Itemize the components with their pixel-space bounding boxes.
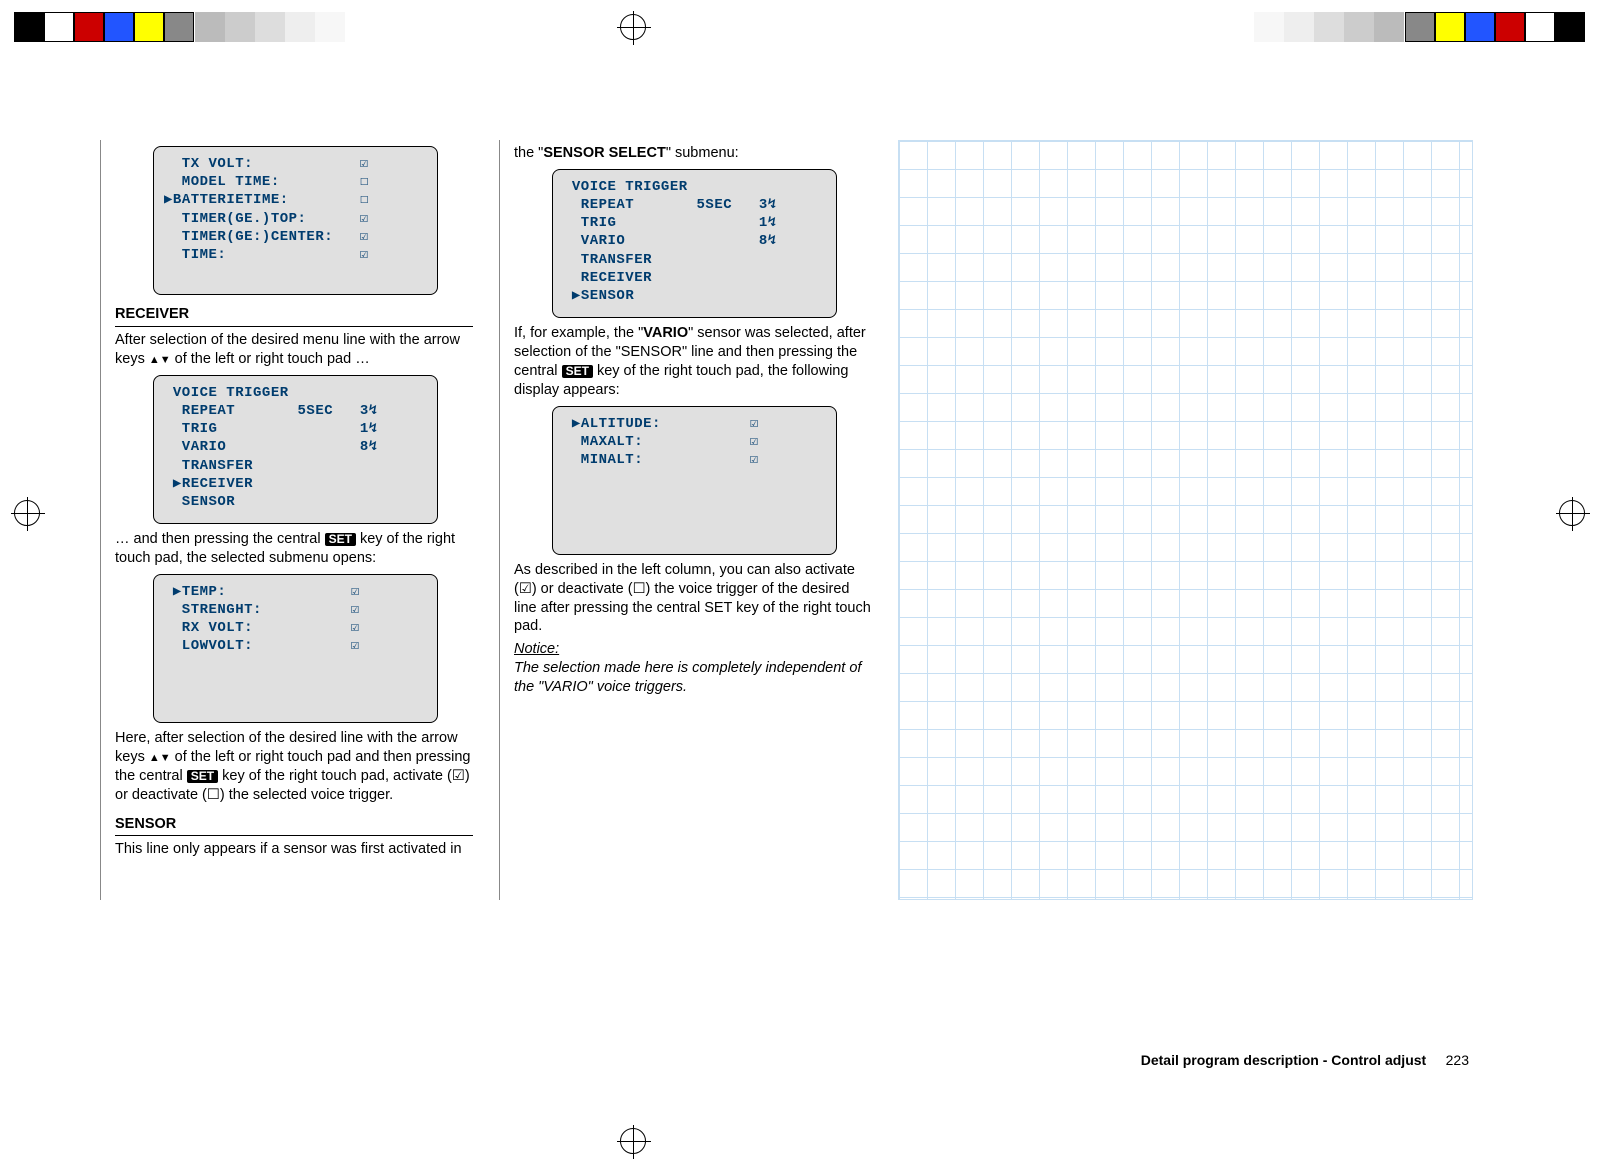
section-heading-sensor: SENSOR (115, 815, 473, 837)
arrows-up-down-icon: ▲▼ (149, 752, 171, 764)
bold-text: SENSOR SELECT (543, 145, 665, 161)
section-heading-receiver: RECEIVER (115, 305, 473, 327)
text: the " (514, 145, 543, 161)
reg-squares-tr (1405, 12, 1585, 42)
reg-crosshair-left (14, 500, 40, 526)
page: TX VOLT: ☑ MODEL TIME: ☐ ▶BATTERIETIME: … (60, 60, 1539, 1108)
set-key-icon: SET (325, 533, 356, 546)
bold-text: VARIO (643, 325, 688, 341)
paragraph: As described in the left column, you can… (514, 561, 872, 636)
grey-ramp-tr (1254, 12, 1404, 42)
grey-ramp-tl (195, 12, 345, 42)
set-key-icon: SET (562, 365, 593, 378)
reg-squares-tl (14, 12, 194, 42)
lcd-screen-4: VOICE TRIGGER REPEAT 5SEC 3↯ TRIG 1↯ VAR… (552, 169, 837, 318)
footer-text: Detail program description - Control adj… (1141, 1052, 1426, 1068)
page-number: 223 (1446, 1052, 1469, 1068)
text: If, for example, the " (514, 325, 643, 341)
notice-text: The selection made here is completely in… (514, 660, 861, 695)
lcd-screen-3: ▶TEMP: ☑ STRENGHT: ☑ RX VOLT: ☑ LOWVOLT:… (153, 574, 438, 723)
notice: Notice: The selection made here is compl… (514, 640, 872, 697)
lcd-screen-2: VOICE TRIGGER REPEAT 5SEC 3↯ TRIG 1↯ VAR… (153, 375, 438, 524)
text: of the left or right touch pad … (175, 351, 370, 367)
column-2: the "SENSOR SELECT" submenu: VOICE TRIGG… (499, 140, 874, 900)
paragraph: If, for example, the "VARIO" sensor was … (514, 324, 872, 399)
arrows-up-down-icon: ▲▼ (149, 354, 171, 366)
reg-crosshair-right (1559, 500, 1585, 526)
paragraph: This line only appears if a sensor was f… (115, 840, 473, 859)
footer: Detail program description - Control adj… (1141, 1052, 1469, 1068)
paragraph: … and then pressing the central SET key … (115, 530, 473, 568)
column-3 (898, 140, 1488, 900)
reg-crosshair-top (620, 14, 646, 40)
lcd-screen-5: ▶ALTITUDE: ☑ MAXALT: ☑ MINALT: ☑ (552, 406, 837, 555)
paragraph: After selection of the desired menu line… (115, 331, 473, 369)
column-1: TX VOLT: ☑ MODEL TIME: ☐ ▶BATTERIETIME: … (100, 140, 475, 900)
paragraph: Here, after selection of the desired lin… (115, 729, 473, 804)
set-key-icon: SET (187, 770, 218, 783)
lcd-screen-1: TX VOLT: ☑ MODEL TIME: ☐ ▶BATTERIETIME: … (153, 146, 438, 295)
notice-label: Notice: (514, 641, 559, 657)
reg-crosshair-bottom (620, 1128, 646, 1154)
text: … and then pressing the central (115, 531, 325, 547)
grid-notepaper (898, 140, 1473, 900)
paragraph: the "SENSOR SELECT" submenu: (514, 144, 872, 163)
text: " submenu: (666, 145, 739, 161)
